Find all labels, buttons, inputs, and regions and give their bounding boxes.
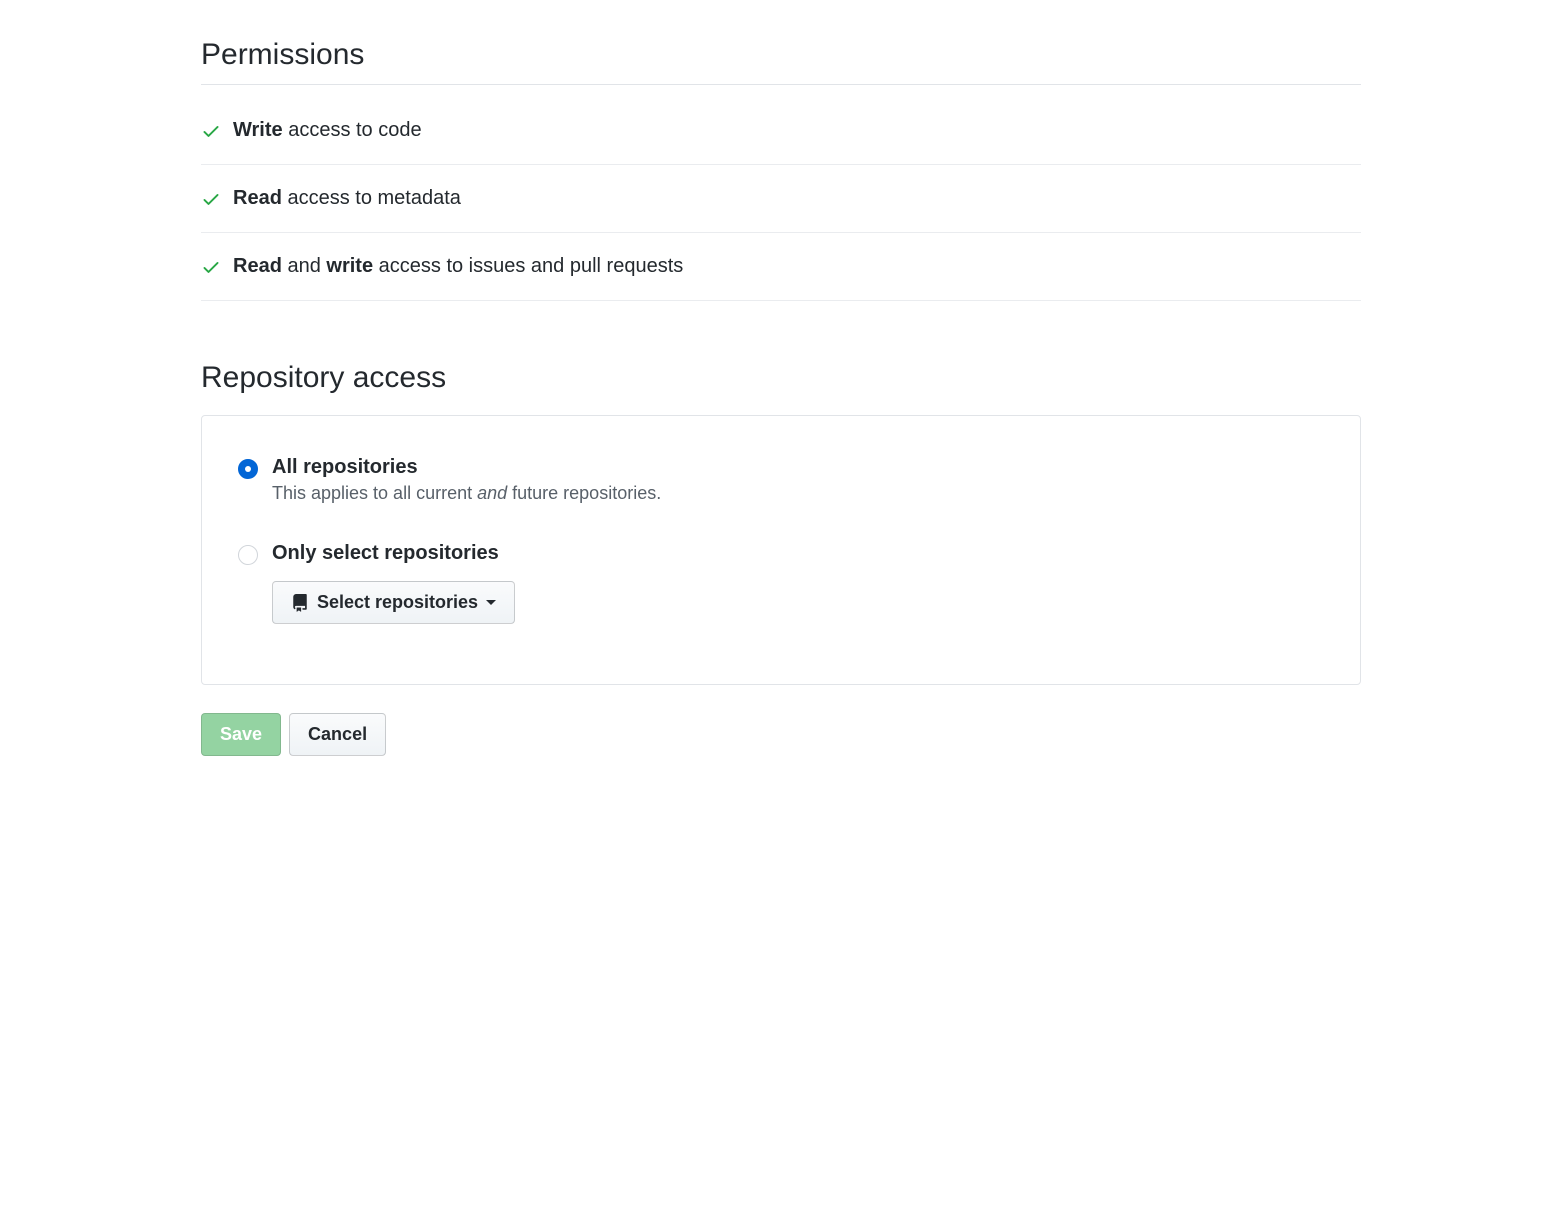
permissions-list: Write access to code Read access to meta…: [201, 97, 1361, 301]
caret-down-icon: [486, 600, 496, 605]
cancel-button[interactable]: Cancel: [289, 713, 386, 756]
radio-label-only-select: Only select repositories: [272, 542, 1324, 565]
radio-option-only-select[interactable]: Only select repositories Select reposito…: [238, 542, 1324, 624]
check-icon: [201, 257, 221, 277]
form-actions: Save Cancel: [201, 713, 1361, 756]
radio-description-all: This applies to all current and future r…: [272, 483, 1324, 504]
permission-text: Read access to metadata: [233, 187, 461, 210]
permission-item: Read and write access to issues and pull…: [201, 233, 1361, 301]
repository-access-box: All repositories This applies to all cur…: [201, 415, 1361, 685]
permission-item: Read access to metadata: [201, 165, 1361, 233]
radio-option-all-repositories[interactable]: All repositories This applies to all cur…: [238, 456, 1324, 504]
permission-text: Write access to code: [233, 119, 422, 142]
select-repositories-label: Select repositories: [317, 592, 478, 613]
radio-input-only-select[interactable]: [238, 545, 258, 565]
radio-input-all[interactable]: [238, 459, 258, 479]
check-icon: [201, 189, 221, 209]
repo-icon: [291, 594, 309, 612]
check-icon: [201, 121, 221, 141]
save-button[interactable]: Save: [201, 713, 281, 756]
repository-access-heading: Repository access: [201, 361, 1361, 407]
select-repositories-button[interactable]: Select repositories: [272, 581, 515, 624]
permission-text: Read and write access to issues and pull…: [233, 255, 683, 278]
permissions-heading: Permissions: [201, 38, 1361, 85]
permission-item: Write access to code: [201, 97, 1361, 165]
radio-label-all: All repositories: [272, 456, 1324, 479]
